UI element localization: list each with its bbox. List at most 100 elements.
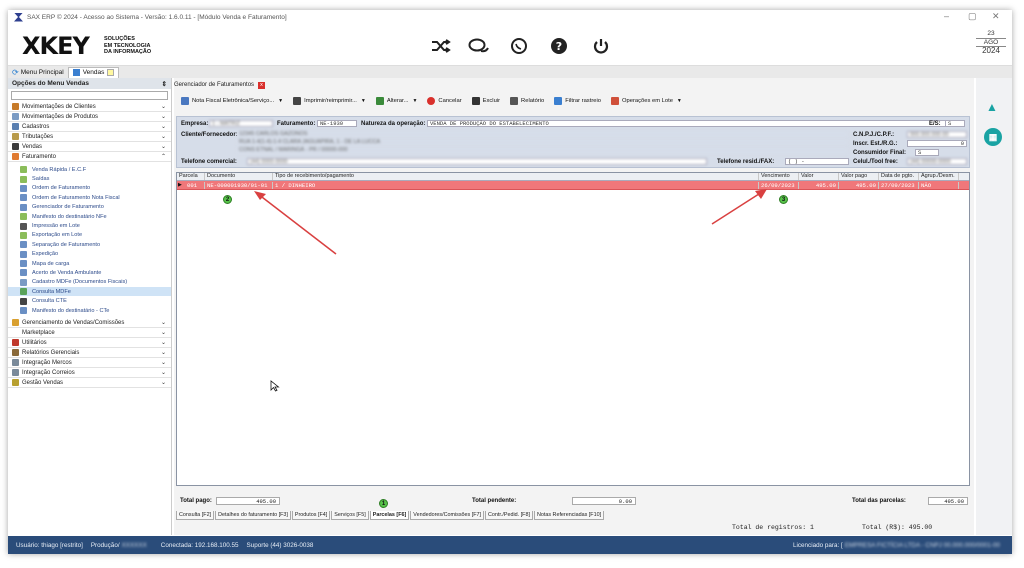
inscr-field[interactable]: 0 bbox=[907, 140, 967, 147]
menu-group-cadastros[interactable]: Cadastros ⌄ bbox=[8, 122, 171, 132]
menu-group-movimentacoes-de-clientes[interactable]: Movimentações de Clientes ⌄ bbox=[8, 102, 171, 112]
celular-field[interactable]: (44) 00000-0000 bbox=[907, 158, 967, 165]
tab-parcelas-f6[interactable]: Parcelas [F6] bbox=[369, 511, 410, 520]
column-header-data-de-pgto[interactable]: Data de pgto. bbox=[879, 173, 919, 180]
tab-detalhes-do-faturamento-f3[interactable]: Detalhes do faturamento [F3] bbox=[215, 511, 291, 520]
info-panel: Empresa: 1 - MATRIZ Faturamento: NE-1930… bbox=[176, 116, 970, 168]
menu-item-ordem-de-faturamento-nota-fiscal[interactable]: Ordem de Faturamento Nota Fiscal bbox=[8, 193, 171, 202]
menu-group-gestao-vendas[interactable]: Gestão Vendas ⌄ bbox=[8, 378, 171, 389]
dropdown-arrow-icon[interactable]: ▼ bbox=[677, 98, 682, 104]
menu-group-marketplace[interactable]: Marketplace ⌄ bbox=[8, 328, 171, 339]
records-bar: Total de registros: 1 Total (R$): 495.00 bbox=[176, 522, 970, 533]
search-icon bbox=[554, 97, 563, 105]
dropdown-arrow-icon[interactable]: ▼ bbox=[278, 98, 283, 104]
menu-item-icon bbox=[20, 166, 27, 174]
menu-item-impressao-em-lote[interactable]: Impressão em Lote bbox=[8, 221, 171, 230]
toolbar-cancelar-button[interactable]: Cancelar bbox=[424, 95, 464, 107]
report-icon bbox=[510, 97, 519, 105]
column-header-tipo-de-recebimento-pagamento[interactable]: Tipo de recebimento/pagamento bbox=[273, 173, 759, 180]
menu-group-utilitarios[interactable]: Utilitários ⌄ bbox=[8, 338, 171, 349]
menu-group-tributacoes[interactable]: Tributações ⌄ bbox=[8, 132, 171, 142]
tab-close-icon[interactable] bbox=[107, 69, 115, 76]
annotation-arrow-left bbox=[254, 191, 337, 255]
toolbar-filtrar-rastreio-button[interactable]: Filtrar rastreio bbox=[551, 95, 604, 107]
menu-item-consulta-mdfe[interactable]: Consulta MDFe bbox=[8, 287, 171, 297]
menu-item-venda-rapida-e-c-f[interactable]: Venda Rápida / E.C.F bbox=[8, 165, 171, 174]
cliente-line1: 12345 CARLOS GAZONOS bbox=[237, 131, 847, 138]
column-header-agrup-desm[interactable]: Agrup./Desm. bbox=[919, 173, 959, 180]
dropdown-arrow-icon[interactable]: ▼ bbox=[361, 98, 366, 104]
menu-group-relatorios-gerenciais[interactable]: Relatórios Gerenciais ⌄ bbox=[8, 348, 171, 359]
collapse-icon[interactable]: ⇕ bbox=[162, 80, 167, 88]
empresa-field[interactable]: 1 - MATRIZ bbox=[209, 120, 273, 127]
tab-notas-referenciadas-f10[interactable]: Notas Referenciadas [F10] bbox=[533, 511, 605, 520]
tab-produtos-f4[interactable]: Produtos [F4] bbox=[291, 511, 331, 520]
minimize-button[interactable]: – bbox=[944, 11, 949, 21]
main-tab-close-icon[interactable]: x bbox=[258, 81, 266, 89]
toolbar-excluir-button[interactable]: Excluir bbox=[469, 95, 503, 107]
dropdown-arrow-icon[interactable]: ▼ bbox=[412, 98, 417, 104]
menu-item-gerenciador-de-faturamento[interactable]: Gerenciador de Faturamento bbox=[8, 203, 171, 212]
notification-icon[interactable]: ▲ bbox=[984, 100, 1000, 116]
menu-item-consulta-cte[interactable]: Consulta CTE bbox=[8, 296, 171, 305]
faturamento-field[interactable]: NE-1930 bbox=[317, 120, 357, 127]
toolbar-nota-fiscal-eletronica-servico-button[interactable]: Nota Fiscal Eletrônica/Serviço... ▼ bbox=[178, 95, 286, 107]
help-icon[interactable]: ? bbox=[548, 37, 570, 55]
menu-item-acerto-de-venda-ambulante[interactable]: Acerto de Venda Ambulante bbox=[8, 268, 171, 277]
chat-icon[interactable] bbox=[468, 37, 490, 55]
consumidor-field[interactable]: S bbox=[915, 149, 939, 156]
menu-item-saidas[interactable]: Saídas bbox=[8, 174, 171, 183]
menu-group-label: Faturamento bbox=[22, 153, 57, 160]
menu-item-expedicao[interactable]: Expedição bbox=[8, 250, 171, 259]
menu-item-icon bbox=[20, 250, 27, 258]
es-field[interactable]: S bbox=[945, 120, 965, 127]
tab-vendedores-comissoes-f7[interactable]: Vendedores/Comissões [F7] bbox=[410, 511, 485, 520]
trash-icon bbox=[471, 97, 480, 105]
menu-item-icon bbox=[20, 288, 27, 296]
menu-item-exportacao-em-lote[interactable]: Exportação em Lote bbox=[8, 231, 171, 240]
main-tab[interactable]: Gerenciador de Faturamentos x bbox=[174, 80, 266, 90]
cnpj-field[interactable]: 000.000.000-00 bbox=[907, 131, 967, 138]
menu-group-label: Integração Mercos bbox=[22, 359, 72, 366]
menu-group-faturamento[interactable]: Faturamento ⌃ bbox=[8, 152, 171, 162]
menu-group-integracao-correios[interactable]: Integração Correios ⌄ bbox=[8, 368, 171, 379]
menu-group-gerenciamento-de-vendas-comissoes[interactable]: Gerenciamento de Vendas/Comissões ⌄ bbox=[8, 318, 171, 329]
close-button[interactable]: ✕ bbox=[992, 11, 1000, 22]
toolbar-alterar-button[interactable]: Alterar... ▼ bbox=[373, 95, 421, 107]
menu-search-input[interactable] bbox=[11, 91, 168, 100]
tel-comercial-field[interactable]: (44) 0000-0000 bbox=[247, 158, 707, 165]
column-header-parcela[interactable]: Parcela bbox=[177, 173, 205, 180]
shuffle-icon[interactable] bbox=[430, 37, 452, 55]
menu-item-cadastro-mdfe-documentos-fiscais[interactable]: Cadastro MDFe (Documentos Fiscais) bbox=[8, 278, 171, 287]
tab-consulta-f2[interactable]: Consulta [F2] bbox=[176, 511, 215, 520]
tab-contr-pedid-f8[interactable]: Contr./Pedid. [F8] bbox=[485, 511, 533, 520]
menu-group-vendas[interactable]: Vendas ⌄ bbox=[8, 142, 171, 152]
tab-vendas[interactable]: Vendas bbox=[67, 66, 120, 78]
natureza-field[interactable]: VENDA DE PRODUÇÃO DO ESTABELECIMENTO bbox=[427, 120, 947, 127]
power-icon[interactable] bbox=[590, 37, 612, 55]
column-header-documento[interactable]: Documento bbox=[205, 173, 273, 180]
toolbar-label: Relatório bbox=[521, 98, 545, 104]
menu-item-mapa-de-carga[interactable]: Mapa de carga bbox=[8, 259, 171, 268]
menu-item-manifesto-do-destinatario-cte[interactable]: Manifesto do destinatário - CTe bbox=[8, 306, 171, 315]
column-header-valor-pago[interactable]: Valor pago bbox=[839, 173, 879, 180]
tab-menu-principal[interactable]: ⟳ Menu Principal bbox=[8, 67, 68, 78]
menu-group-icon bbox=[12, 103, 19, 110]
toolbar-operacoes-em-lote-button[interactable]: Operações em Lote ▼ bbox=[608, 95, 685, 107]
menu-item-ordem-de-faturamento[interactable]: Ordem de Faturamento bbox=[8, 184, 171, 193]
menu-group-label: Integração Correios bbox=[22, 369, 75, 376]
tel-residencial-field[interactable]: ( ) - bbox=[785, 158, 849, 165]
whatsapp-icon[interactable] bbox=[508, 37, 530, 55]
restore-button[interactable]: ▢ bbox=[968, 11, 977, 22]
menu-group-movimentacoes-de-produtos[interactable]: Movimentações de Produtos ⌄ bbox=[8, 112, 171, 122]
menu-item-manifesto-do-destinatario-nfe[interactable]: Manifesto do destinatário NFe bbox=[8, 212, 171, 221]
calendar-icon[interactable]: ▦ bbox=[984, 128, 1002, 146]
menu-group-integracao-mercos[interactable]: Integração Mercos ⌄ bbox=[8, 358, 171, 369]
chevron-icon: ⌄ bbox=[160, 144, 166, 150]
tab-servicos-f5[interactable]: Serviços [F5] bbox=[331, 511, 369, 520]
column-header-valor[interactable]: Valor bbox=[799, 173, 839, 180]
menu-item-separacao-de-faturamento[interactable]: Separação de Faturamento bbox=[8, 240, 171, 249]
column-header-vencimento[interactable]: Vencimento bbox=[759, 173, 799, 180]
toolbar-relatorio-button[interactable]: Relatório bbox=[507, 95, 547, 107]
toolbar-imprimir-reimprimir-button[interactable]: Imprimir/reimprimir... ▼ bbox=[290, 95, 369, 107]
